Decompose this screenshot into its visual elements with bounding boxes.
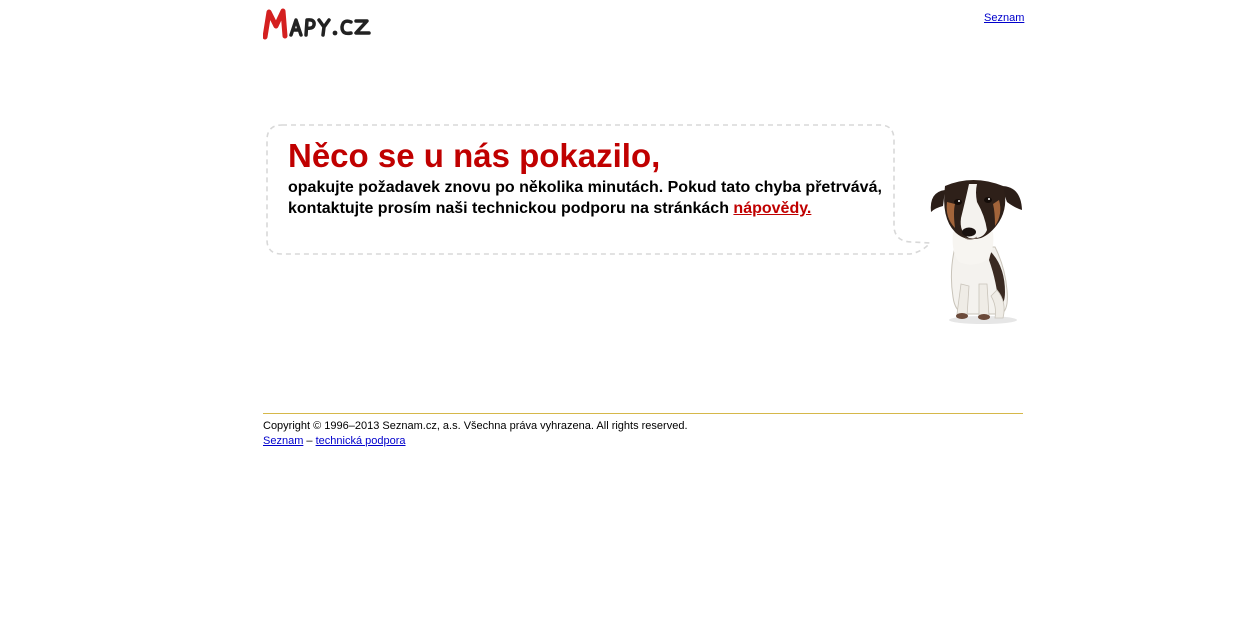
error-message-line2: kontaktujte prosím naši technickou podpo… — [288, 200, 734, 217]
dog-illustration — [930, 180, 1022, 324]
speech-bubble — [266, 124, 932, 255]
error-message-line1: opakujte požadavek znovu po několika min… — [288, 179, 882, 196]
error-message: opakujte požadavek znovu po několika min… — [288, 177, 888, 219]
seznam-top-link[interactable]: Seznam — [984, 12, 1024, 24]
footer-link-support[interactable]: technická podpora — [316, 435, 406, 447]
footer-separator: – — [306, 435, 313, 447]
error-page: Seznam Něco se u nás pokazilo, opakujte … — [0, 0, 1233, 625]
footer-divider — [263, 413, 1023, 414]
copyright-text: Copyright © 1996–2013 Seznam.cz, a.s. Vš… — [263, 420, 688, 432]
mapy-cz-logo[interactable] — [263, 8, 393, 40]
footer-link-seznam[interactable]: Seznam — [263, 435, 303, 447]
error-headline: Něco se u nás pokazilo, — [288, 137, 661, 174]
help-link[interactable]: nápovědy. — [733, 200, 811, 217]
footer-links: Seznam – technická podpora — [263, 434, 406, 448]
